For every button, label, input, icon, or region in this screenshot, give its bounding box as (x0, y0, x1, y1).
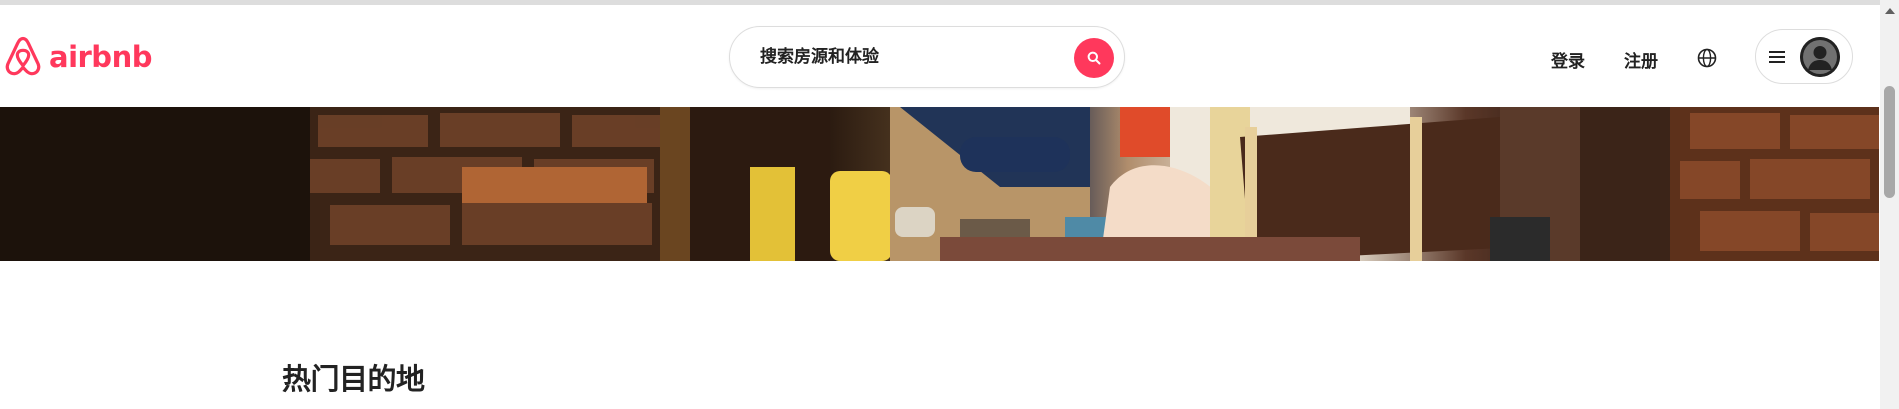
section-title-popular-destinations: 热门目的地 (282, 362, 425, 396)
airbnb-belo-icon (5, 36, 41, 76)
scrollbar-thumb[interactable] (1884, 86, 1895, 198)
brand-name: airbnb (49, 40, 152, 74)
user-avatar-icon (1800, 37, 1840, 77)
airbnb-logo[interactable]: airbnb (3, 35, 152, 79)
site-header: airbnb 登录 注册 (0, 5, 1880, 107)
search-input[interactable] (760, 42, 1060, 72)
user-menu-button[interactable] (1755, 29, 1853, 84)
vertical-scrollbar[interactable] (1880, 0, 1899, 409)
login-link[interactable]: 登录 (1551, 47, 1585, 72)
globe-icon[interactable] (1697, 48, 1717, 68)
hero-banner-image (0, 107, 1879, 261)
scroll-up-icon[interactable] (1885, 8, 1895, 14)
hamburger-icon (1769, 51, 1785, 63)
search-button[interactable] (1074, 38, 1114, 78)
search-bar[interactable] (729, 26, 1125, 88)
signup-link[interactable]: 注册 (1624, 47, 1658, 72)
search-icon (1087, 51, 1101, 65)
